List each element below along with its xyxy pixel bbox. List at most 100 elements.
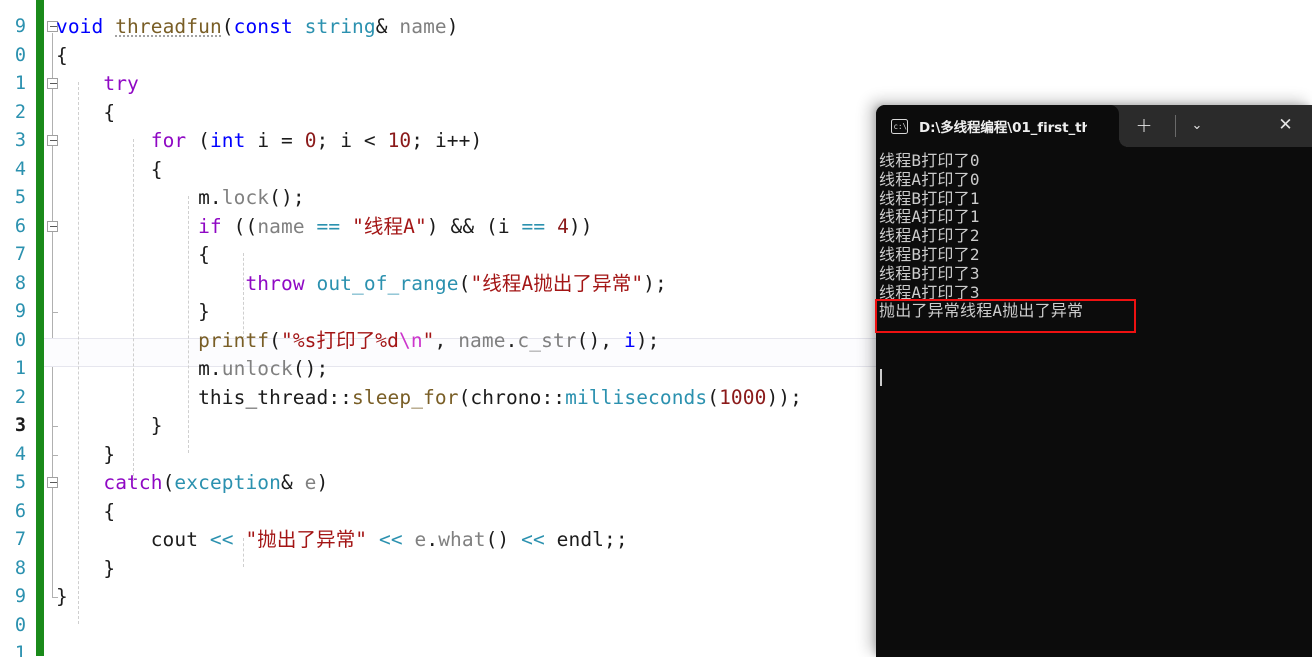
code-token: name	[458, 328, 506, 352]
code-line[interactable]: }	[56, 441, 115, 469]
code-token: ==	[316, 214, 341, 238]
code-token: {	[150, 157, 163, 181]
code-line[interactable]: printf("%s打印了%d\n", name.c_str(), i);	[56, 327, 660, 355]
code-token: ; i <	[316, 129, 388, 152]
code-token: milliseconds	[565, 385, 708, 409]
code-token: ) && (i	[426, 214, 522, 238]
new-tab-icon[interactable]: +	[1134, 115, 1154, 136]
code-line[interactable]: cout << "抛出了异常" << e.what() << endl;;	[56, 526, 628, 554]
code-line[interactable]: {	[56, 99, 115, 127]
code-line[interactable]: }	[56, 555, 115, 583]
line-number: 4	[14, 158, 26, 180]
code-token: exception	[174, 471, 281, 494]
code-line[interactable]: {	[56, 156, 163, 184]
code-token: ));	[766, 385, 802, 409]
close-icon[interactable]: ✕	[1277, 117, 1294, 134]
code-token: (	[707, 385, 720, 409]
code-token: 0	[304, 129, 317, 152]
code-token: "%s打印了%d	[280, 328, 399, 352]
code-line[interactable]: if ((name == "线程A") && (i == 4))	[56, 213, 593, 241]
code-token: const	[233, 15, 293, 38]
terminal-output-line: 线程B打印了2	[879, 244, 980, 264]
indent-guide	[78, 82, 79, 624]
code-token: name	[257, 214, 305, 238]
line-number: 9	[14, 586, 26, 607]
cmd-prompt-icon: c:\	[891, 118, 908, 134]
line-number: 0	[14, 329, 26, 351]
code-token: 1000	[719, 385, 767, 409]
code-token: "抛出了异常"	[245, 528, 368, 551]
code-token: {	[103, 499, 116, 523]
terminal-tab-bar: c:\ D:\多线程编程\01_first_thread' ✕ + ⌄	[876, 105, 1312, 147]
code-token: "线程A抛出了异常"	[470, 271, 644, 295]
line-number: 8	[14, 557, 26, 579]
code-token: chrono	[470, 385, 542, 409]
line-number: 7	[14, 244, 26, 265]
code-token: ()	[485, 528, 522, 551]
terminal-output[interactable]: 线程B打印了0 线程A打印了0 线程B打印了1 线程A打印了1 线程A打印了2 线程B打印…	[876, 147, 1312, 657]
line-number: 5	[14, 472, 26, 493]
chevron-down-icon[interactable]: ⌄	[1186, 117, 1208, 135]
code-line[interactable]: {	[56, 498, 115, 526]
code-line[interactable]: }	[56, 412, 163, 440]
code-token: string	[304, 15, 376, 38]
line-number: 5	[14, 187, 26, 208]
code-token: &	[375, 15, 388, 38]
terminal-window[interactable]: c:\ D:\多线程编程\01_first_thread' ✕ + ⌄ 线程B打…	[876, 105, 1312, 657]
code-line[interactable]: m.unlock();	[56, 355, 328, 383]
terminal-tab[interactable]: c:\ D:\多线程编程\01_first_thread'	[876, 105, 1128, 147]
code-token: <<	[209, 528, 234, 551]
code-token: ::	[541, 385, 566, 409]
code-token: ::	[328, 385, 353, 409]
code-line[interactable]: void threadfun(const string& name)	[56, 13, 459, 41]
code-token: }	[198, 300, 210, 323]
line-number: 0	[14, 44, 26, 66]
code-line[interactable]: for (int i = 0; i < 10; i++)	[56, 127, 482, 155]
code-token: ();	[292, 357, 329, 380]
code-line[interactable]: try	[56, 70, 139, 98]
code-token: printf	[198, 328, 270, 352]
code-line[interactable]: this_thread::sleep_for(chrono::milliseco…	[56, 384, 802, 412]
code-token: "	[422, 328, 435, 352]
code-token: unlock	[221, 357, 293, 380]
code-token: .	[426, 528, 439, 551]
code-token: i =	[245, 129, 305, 152]
code-line[interactable]: throw out_of_range("线程A抛出了异常");	[56, 270, 667, 298]
code-token: endl;;	[544, 528, 628, 551]
code-token: );	[643, 271, 667, 295]
code-token: {	[198, 243, 210, 266]
toolbar-divider	[1175, 115, 1176, 137]
code-line[interactable]: catch(exception& e)	[56, 469, 328, 497]
code-line[interactable]: m.lock();	[56, 184, 305, 212]
code-token: c_str	[517, 328, 577, 352]
code-token: for	[150, 129, 187, 152]
code-token: \n	[398, 328, 423, 352]
line-number: 4	[14, 443, 26, 465]
terminal-output-line: 线程A打印了3	[879, 282, 980, 302]
code-line[interactable]: }	[56, 583, 68, 611]
code-token: i	[624, 328, 636, 352]
code-token: out_of_range	[316, 271, 459, 295]
code-token: threadfun	[115, 15, 222, 38]
line-number: 1	[14, 358, 26, 379]
code-token: ))	[568, 214, 593, 238]
code-token: cout	[56, 528, 210, 551]
code-token: ==	[521, 214, 546, 238]
code-token: 4	[557, 214, 569, 238]
code-token: e	[414, 528, 427, 551]
code-token: (	[221, 15, 234, 38]
change-bar-indicator	[36, 0, 44, 656]
code-token: );	[635, 328, 660, 352]
indent-guide	[243, 253, 244, 339]
terminal-cursor	[880, 369, 882, 386]
code-line[interactable]: {	[56, 42, 68, 70]
